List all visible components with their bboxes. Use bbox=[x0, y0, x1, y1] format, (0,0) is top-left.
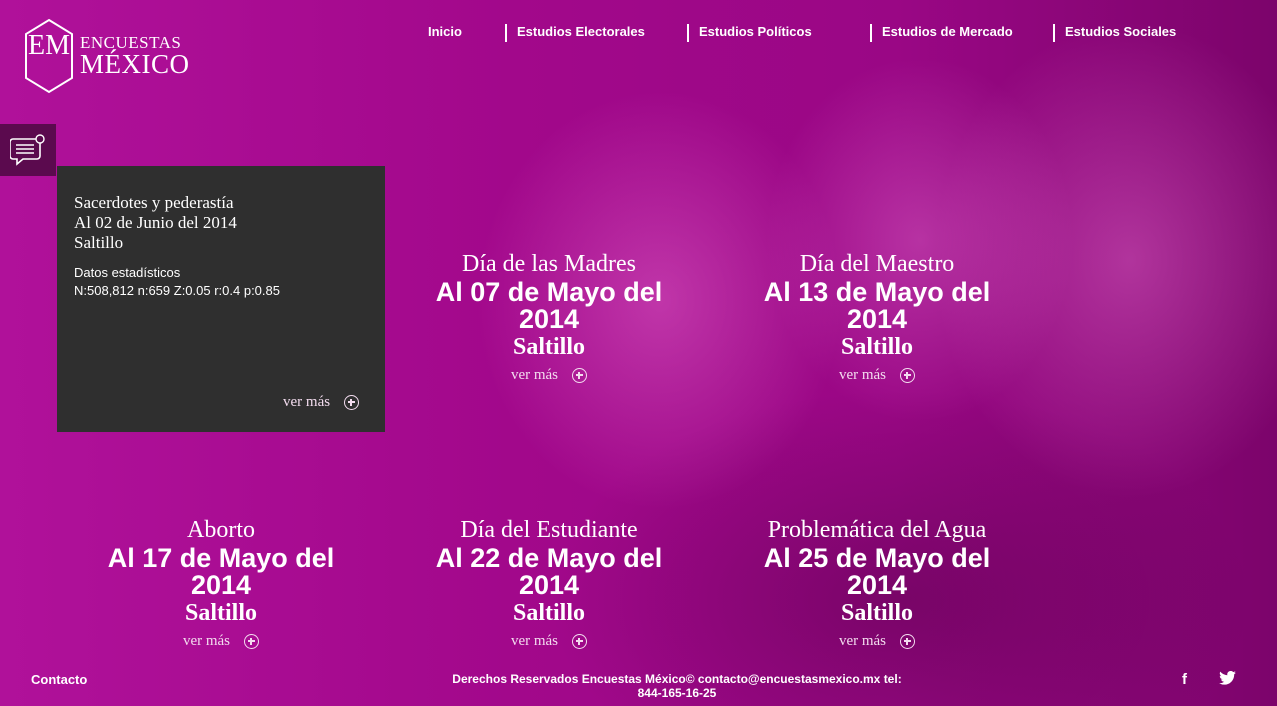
study-card-year: 2014 bbox=[518, 570, 580, 600]
nav-item-estudios-politicos[interactable]: Estudios Políticos bbox=[699, 24, 812, 39]
study-card: Día de las Madres Al 07 de Mayo del 2014… bbox=[399, 250, 699, 384]
featured-study-panel: Sacerdotes y pederastía Al 02 de Junio d… bbox=[57, 166, 385, 432]
main-navigation: Inicio Estudios Electorales Estudios Pol… bbox=[0, 24, 1277, 44]
ver-mas-link[interactable]: ver más bbox=[182, 633, 260, 650]
footer-copyright: Derechos Reservados Encuestas México© co… bbox=[430, 672, 924, 700]
nav-item-estudios-electorales[interactable]: Estudios Electorales bbox=[517, 24, 645, 39]
plus-circle-icon bbox=[572, 368, 588, 383]
nav-item-estudios-sociales[interactable]: Estudios Sociales bbox=[1065, 24, 1176, 39]
nav-divider bbox=[1053, 24, 1055, 42]
nav-item-estudios-de-mercado[interactable]: Estudios de Mercado bbox=[882, 24, 1013, 39]
ver-mas-link[interactable]: ver más bbox=[510, 633, 588, 650]
study-card-date: Al 17 de Mayo del 2014 bbox=[71, 545, 371, 599]
footer-phone: 844-165-16-25 bbox=[637, 686, 717, 700]
featured-study-date: Al 02 de Junio del 2014 bbox=[74, 213, 237, 232]
study-card-title: Día de las Madres bbox=[462, 251, 636, 277]
study-card-date: Al 13 de Mayo del 2014 bbox=[727, 279, 1027, 333]
study-card: Aborto Al 17 de Mayo del 2014 Saltillo v… bbox=[71, 516, 371, 650]
study-card: Día del Estudiante Al 22 de Mayo del 201… bbox=[399, 516, 699, 650]
message-side-tab[interactable] bbox=[0, 124, 56, 176]
footer-contact-link[interactable]: Contacto bbox=[31, 672, 87, 687]
study-card-city: Saltillo bbox=[512, 600, 585, 626]
ver-mas-label: ver más bbox=[838, 367, 887, 383]
message-icon bbox=[10, 134, 45, 166]
ver-mas-link[interactable]: ver más bbox=[838, 633, 916, 650]
ver-mas-link[interactable]: ver más bbox=[510, 367, 588, 384]
study-card-city: Saltillo bbox=[512, 334, 585, 360]
study-card-date: Al 25 de Mayo del 2014 bbox=[727, 545, 1027, 599]
ver-mas-label: ver más bbox=[510, 367, 559, 383]
study-card-year: 2014 bbox=[190, 570, 252, 600]
study-card-year: 2014 bbox=[518, 304, 580, 334]
plus-circle-icon bbox=[572, 634, 588, 649]
study-card-date: Al 22 de Mayo del 2014 bbox=[399, 545, 699, 599]
study-card-title: Día del Estudiante bbox=[460, 517, 638, 543]
study-card-date-line: Al 07 de Mayo del bbox=[435, 277, 663, 307]
ver-mas-link[interactable]: ver más bbox=[838, 367, 916, 384]
stats-label: Datos estadísticos bbox=[74, 265, 181, 280]
plus-circle-icon bbox=[900, 368, 916, 383]
ver-mas-label: ver más bbox=[182, 633, 231, 649]
plus-circle-icon bbox=[244, 634, 260, 649]
study-card: Problemática del Agua Al 25 de Mayo del … bbox=[727, 516, 1027, 650]
featured-study-heading: Sacerdotes y pederastía Al 02 de Junio d… bbox=[74, 193, 237, 253]
plus-circle-icon bbox=[344, 395, 360, 410]
footer-copyright-line: Derechos Reservados Encuestas México© co… bbox=[452, 672, 902, 686]
featured-ver-mas-link[interactable]: ver más bbox=[283, 394, 360, 411]
study-card-year: 2014 bbox=[846, 570, 908, 600]
study-card-city: Saltillo bbox=[840, 334, 913, 360]
featured-study-stats: Datos estadísticos N:508,812 n:659 Z:0.0… bbox=[74, 264, 280, 300]
brand-name-bottom: MÉXICO bbox=[80, 49, 190, 79]
nav-divider bbox=[505, 24, 507, 42]
featured-study-city: Saltillo bbox=[74, 233, 124, 252]
featured-study-title: Sacerdotes y pederastía bbox=[74, 193, 234, 212]
study-card-title: Problemática del Agua bbox=[767, 517, 987, 543]
twitter-icon[interactable] bbox=[1219, 671, 1236, 685]
ver-mas-label: ver más bbox=[283, 394, 331, 410]
ver-mas-label: ver más bbox=[838, 633, 887, 649]
plus-circle-icon bbox=[900, 634, 916, 649]
study-card-year: 2014 bbox=[846, 304, 908, 334]
study-card: Día del Maestro Al 13 de Mayo del 2014 S… bbox=[727, 250, 1027, 384]
study-card-city: Saltillo bbox=[840, 600, 913, 626]
ver-mas-label: ver más bbox=[510, 633, 559, 649]
study-card-date-line: Al 25 de Mayo del bbox=[763, 543, 991, 573]
nav-item-inicio[interactable]: Inicio bbox=[428, 24, 462, 39]
study-card-date-line: Al 13 de Mayo del bbox=[763, 277, 991, 307]
facebook-icon[interactable]: f bbox=[1182, 671, 1187, 688]
study-card-date-line: Al 17 de Mayo del bbox=[107, 543, 335, 573]
study-card-city: Saltillo bbox=[184, 600, 257, 626]
study-card-date: Al 07 de Mayo del 2014 bbox=[399, 279, 699, 333]
study-card-title: Día del Maestro bbox=[799, 251, 955, 277]
study-card-date-line: Al 22 de Mayo del bbox=[435, 543, 663, 573]
nav-divider bbox=[687, 24, 689, 42]
stats-values: N:508,812 n:659 Z:0.05 r:0.4 p:0.85 bbox=[74, 283, 280, 298]
nav-divider bbox=[870, 24, 872, 42]
study-card-title: Aborto bbox=[187, 517, 255, 543]
